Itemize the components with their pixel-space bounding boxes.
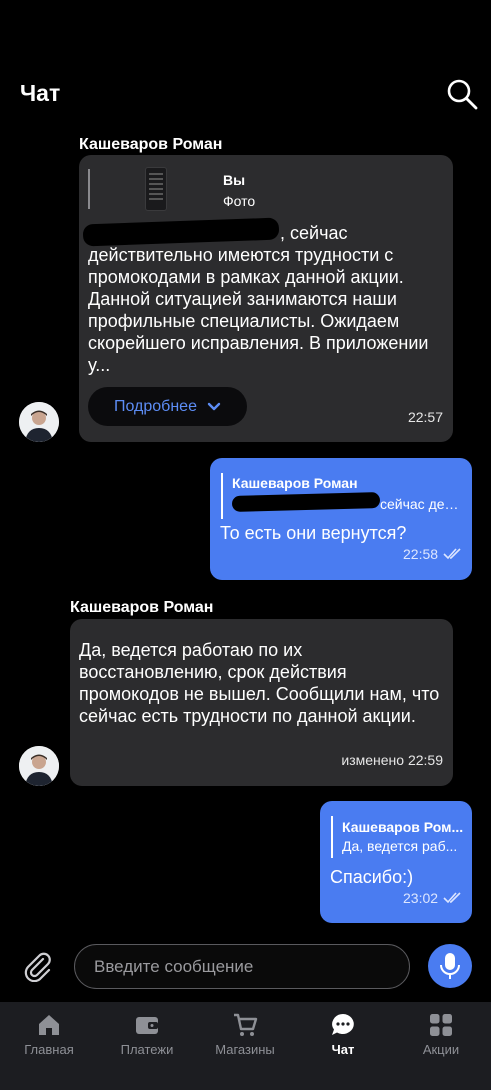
search-icon[interactable]	[446, 78, 478, 110]
avatar[interactable]	[19, 402, 59, 442]
incoming-message-bubble[interactable]: Вы Фото , сейчас действительно имеются т…	[79, 155, 453, 442]
avatar[interactable]	[19, 746, 59, 786]
bottom-navigation: Главная Платежи Магазины Чат Акции	[0, 1002, 491, 1090]
reply-text: сейчас дей...	[380, 496, 464, 512]
message-text-tail: , сейчас	[280, 223, 348, 243]
nav-item-home[interactable]: Главная	[0, 1012, 98, 1057]
chat-icon	[332, 1014, 354, 1035]
reply-quote-bar	[331, 816, 333, 858]
reply-photo-thumbnail	[145, 167, 167, 211]
message-text: То есть они вернутся?	[220, 523, 407, 543]
message-text: Да, ведется работаю по их восстановлению…	[79, 640, 440, 726]
nav-label: Магазины	[215, 1042, 275, 1057]
more-button-label: Подробнее	[114, 397, 197, 415]
message-input[interactable]: Введите сообщение	[74, 944, 410, 989]
nav-item-promotions[interactable]: Акции	[392, 1012, 490, 1057]
nav-label: Акции	[422, 1042, 460, 1057]
message-sender: Кашеваров Роман	[79, 136, 223, 153]
microphone-icon	[440, 953, 460, 979]
message-time: 22:57	[407, 409, 443, 425]
message-time: изменено 22:59	[341, 752, 443, 768]
avatar-person-icon	[19, 402, 59, 442]
nav-label: Главная	[24, 1042, 74, 1057]
nav-item-chat[interactable]: Чат	[294, 1012, 392, 1057]
reply-quote-bar	[221, 473, 223, 519]
outgoing-message-bubble[interactable]: Кашеваров Роман сейчас дей... То есть он…	[210, 458, 472, 580]
message-input-placeholder: Введите сообщение	[94, 956, 254, 976]
nav-item-payments[interactable]: Платежи	[98, 1012, 196, 1057]
double-check-icon	[443, 548, 461, 560]
chevron-down-icon	[207, 402, 221, 410]
reply-author: Кашеваров Роман	[232, 475, 358, 491]
message-time: 23:02	[403, 890, 439, 906]
avatar-person-icon	[19, 746, 59, 786]
nav-label: Платежи	[120, 1042, 174, 1057]
message-text: Спасибо:)	[330, 867, 414, 887]
reply-text: Да, ведется раб...	[342, 838, 458, 854]
double-check-icon	[443, 892, 461, 904]
nav-item-stores[interactable]: Магазины	[196, 1012, 294, 1057]
reply-author: Вы	[223, 172, 246, 188]
reply-text: Фото	[223, 193, 256, 209]
nav-label: Чат	[331, 1042, 355, 1057]
redacted-scribble	[82, 217, 280, 247]
cart-icon	[234, 1013, 258, 1036]
reply-author: Кашеваров Ром...	[342, 819, 464, 835]
grid-icon	[430, 1014, 452, 1036]
reply-quote-bar	[88, 169, 90, 209]
paperclip-icon[interactable]	[22, 950, 54, 982]
page-title: Чат	[20, 80, 61, 106]
message-time: 22:58	[403, 546, 439, 562]
wallet-icon	[136, 1017, 158, 1034]
more-button[interactable]: Подробнее	[88, 387, 247, 426]
outgoing-message-bubble[interactable]: Кашеваров Ром... Да, ведется раб... Спас…	[320, 801, 472, 923]
incoming-message-bubble[interactable]: Да, ведется работаю по их восстановлению…	[70, 619, 453, 786]
message-sender: Кашеваров Роман	[70, 599, 214, 616]
message-text: действительно имеются трудности с промок…	[88, 245, 429, 375]
redacted-scribble	[231, 492, 381, 512]
home-icon	[39, 1015, 59, 1035]
voice-message-button[interactable]	[428, 944, 472, 988]
